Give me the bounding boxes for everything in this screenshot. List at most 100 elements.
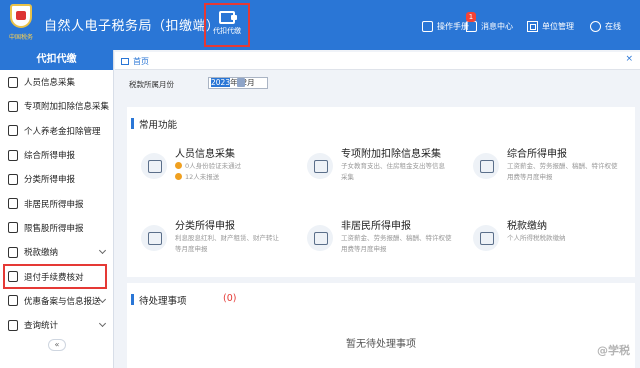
sidebar-item-personnel[interactable]: 人员信息采集: [0, 70, 113, 94]
pension-icon: [8, 125, 18, 137]
app-header: 中国税务 自然人电子税务局（扣缴端） 代扣代缴 操作手册 消息中心 1 单位管理…: [0, 0, 640, 50]
card-title: 税款缴纳: [507, 221, 547, 232]
logo-text: 中国税务: [8, 34, 33, 41]
sidebar-item-query-statistics[interactable]: 查询统计: [0, 313, 113, 337]
sidebar-item-label: 查询统计: [24, 321, 59, 332]
sidebar-item-comprehensive-income[interactable]: 综合所得申报: [0, 143, 113, 167]
message-count-badge: 1: [466, 12, 476, 22]
tab-bar: 首页 ×: [115, 52, 640, 70]
deduction-card-icon: [307, 153, 333, 179]
card-desc: 子女教育支出、住房租金支出等信息 采集: [341, 162, 445, 181]
sidebar-item-fee-refund-check[interactable]: 退付手续费核对: [3, 264, 107, 289]
refund-icon: [8, 271, 18, 283]
card-personnel[interactable]: 人员信息采集 0人身份验证未通过 12人未报送: [131, 137, 293, 193]
sidebar-item-restricted-stock[interactable]: 限售股所得申报: [0, 216, 113, 240]
collapse-sidebar-button[interactable]: «: [48, 339, 66, 351]
chevron-down-icon: [98, 319, 107, 328]
card-classified-income[interactable]: 分类所得申报 利息股息红利、财产租赁、财产转让 等月度申报: [131, 209, 293, 265]
tax-payment-card-icon: [473, 225, 499, 251]
wallet-icon: [219, 11, 237, 24]
home-icon: [121, 57, 129, 65]
unit-label: 单位管理: [542, 21, 574, 31]
online-status[interactable]: 在线: [590, 19, 621, 33]
manual-label: 操作手册: [437, 21, 469, 31]
nonresident-icon: [8, 198, 18, 210]
sidebar-item-label: 退付手续费核对: [24, 272, 84, 283]
main-content: 税款所属月份 2023年12月 常用功能 人员信息采集 0人身份验证未通过 12…: [115, 71, 640, 368]
manual-button[interactable]: 操作手册: [422, 19, 469, 33]
sidebar-item-label: 人员信息采集: [24, 78, 76, 89]
pending-items-panel: 待处理事项 (0) 暂无待处理事项: [127, 283, 635, 368]
close-tab-button[interactable]: ×: [625, 54, 633, 64]
card-desc: 利息股息红利、财产租赁、财产转让 等月度申报: [175, 234, 279, 253]
online-icon: [590, 20, 601, 32]
warning-icon: [175, 162, 182, 169]
card-title: 人员信息采集: [175, 149, 235, 160]
card-desc: 工资薪金、劳务报酬、稿酬、特许权使 用费等月度申报: [341, 234, 452, 253]
message-label: 消息中心: [481, 21, 513, 31]
card-title: 综合所得申报: [507, 149, 567, 160]
manual-icon: [422, 20, 433, 32]
app-title: 自然人电子税务局（扣缴端）: [44, 19, 220, 34]
document-icon: [8, 100, 18, 112]
classified-card-icon: [141, 225, 167, 251]
person-card-icon: [141, 153, 167, 179]
warning-line: 12人未报送: [175, 172, 293, 183]
unit-management-button[interactable]: 单位管理: [527, 19, 574, 33]
filing-icon: [8, 295, 18, 307]
person-icon: [8, 76, 18, 88]
pending-empty-message: 暂无待处理事项: [346, 339, 416, 350]
common-functions-panel: 常用功能 人员信息采集 0人身份验证未通过 12人未报送 专项附加扣除信息采集 …: [127, 107, 635, 277]
sidebar-item-preferential-filing[interactable]: 优惠备案与信息报送: [0, 289, 113, 313]
card-nonresident-income[interactable]: 非居民所得申报 工资薪金、劳务报酬、稿酬、特许权使 用费等月度申报: [297, 209, 459, 265]
report-icon: [8, 149, 18, 161]
category-icon: [8, 173, 18, 185]
tax-emblem-icon: [10, 4, 32, 28]
period-year: 2023: [211, 78, 231, 87]
sidebar-item-label: 个人养老金扣除管理: [24, 126, 101, 137]
period-label: 税款所属月份: [129, 80, 174, 89]
card-comprehensive-income[interactable]: 综合所得申报 工资薪金、劳务报酬、稿酬、特许权使 用费等月度申报: [463, 137, 625, 193]
card-desc: 0人身份验证未通过 12人未报送: [175, 161, 293, 182]
sidebar-item-label: 综合所得申报: [24, 151, 76, 162]
sidebar-item-pension[interactable]: 个人养老金扣除管理: [0, 119, 113, 143]
sidebar-title: 代扣代缴: [0, 50, 113, 70]
pending-count: (0): [223, 293, 237, 304]
pending-items-title: 待处理事项: [131, 293, 187, 307]
tax-logo: 中国税务: [4, 4, 38, 44]
stock-icon: [8, 222, 18, 234]
sidebar-item-nonresident[interactable]: 非居民所得申报: [0, 191, 113, 215]
sidebar: 代扣代缴 人员信息采集 专项附加扣除信息采集 个人养老金扣除管理 综合所得申报 …: [0, 50, 114, 368]
card-tax-payment[interactable]: 税款缴纳 个人所得税税款缴纳: [463, 209, 625, 265]
payment-icon: [8, 246, 18, 258]
nonresident-card-icon: [307, 225, 333, 251]
warning-line: 0人身份验证未通过: [175, 161, 293, 172]
sidebar-item-label: 专项附加扣除信息采集: [24, 102, 110, 113]
sidebar-item-label: 税款缴纳: [24, 248, 59, 259]
card-title: 专项附加扣除信息采集: [341, 149, 441, 160]
chevron-down-icon: [98, 247, 107, 255]
sidebar-item-label: 分类所得申报: [24, 175, 76, 186]
module-label: 代扣代缴: [213, 27, 241, 35]
watermark: @学税: [597, 344, 630, 357]
online-label: 在线: [605, 21, 621, 31]
sidebar-item-tax-payment[interactable]: 税款缴纳: [0, 240, 113, 264]
message-icon: [466, 20, 477, 32]
sidebar-item-special-deduction[interactable]: 专项附加扣除信息采集: [0, 94, 113, 118]
query-icon: [8, 319, 18, 331]
module-withholding-button[interactable]: 代扣代缴: [204, 3, 250, 47]
sidebar-item-label: 优惠备案与信息报送: [24, 296, 101, 307]
card-title: 非居民所得申报: [341, 221, 411, 232]
card-title: 分类所得申报: [175, 221, 235, 232]
unit-icon: [527, 20, 538, 32]
card-desc: 工资薪金、劳务报酬、稿酬、特许权使 用费等月度申报: [507, 162, 618, 181]
sidebar-item-classified-income[interactable]: 分类所得申报: [0, 167, 113, 191]
warning-icon: [175, 172, 182, 180]
card-special-deduction[interactable]: 专项附加扣除信息采集 子女教育支出、住房租金支出等信息 采集: [297, 137, 459, 193]
card-desc: 个人所得税税款缴纳: [507, 234, 566, 242]
common-functions-title: 常用功能: [130, 117, 177, 131]
tab-home[interactable]: 首页: [121, 54, 149, 68]
tab-home-label: 首页: [133, 56, 149, 66]
calendar-dropdown-icon[interactable]: [237, 78, 245, 87]
income-card-icon: [473, 153, 499, 179]
